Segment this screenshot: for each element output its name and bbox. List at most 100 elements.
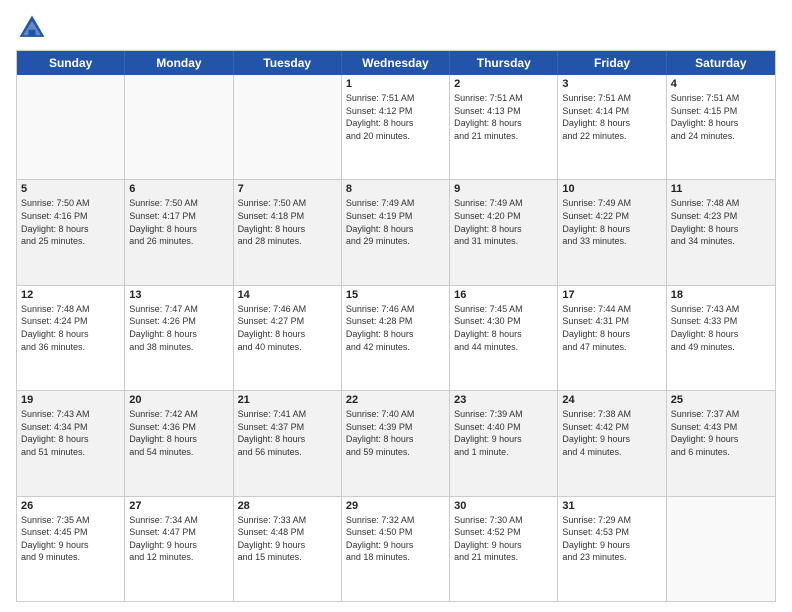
calendar-day-26: 26 Sunrise: 7:35 AM Sunset: 4:45 PM Dayli… (17, 497, 125, 601)
day-number: 27 (129, 500, 228, 512)
day-number: 6 (129, 183, 228, 195)
logo (16, 12, 52, 44)
calendar-body: 1 Sunrise: 7:51 AM Sunset: 4:12 PM Daylig… (17, 75, 775, 601)
calendar-day-6: 6 Sunrise: 7:50 AM Sunset: 4:17 PM Daylig… (125, 180, 233, 284)
day-info: Sunrise: 7:40 AM Sunset: 4:39 PM Dayligh… (346, 408, 445, 458)
calendar-day-15: 15 Sunrise: 7:46 AM Sunset: 4:28 PM Dayli… (342, 286, 450, 390)
day-number: 10 (562, 183, 661, 195)
day-info: Sunrise: 7:35 AM Sunset: 4:45 PM Dayligh… (21, 514, 120, 564)
calendar-day-empty (667, 497, 775, 601)
calendar-day-28: 28 Sunrise: 7:33 AM Sunset: 4:48 PM Dayli… (234, 497, 342, 601)
day-number: 22 (346, 394, 445, 406)
day-info: Sunrise: 7:39 AM Sunset: 4:40 PM Dayligh… (454, 408, 553, 458)
day-number: 23 (454, 394, 553, 406)
day-number: 20 (129, 394, 228, 406)
day-number: 8 (346, 183, 445, 195)
calendar-day-empty (17, 75, 125, 179)
calendar-day-18: 18 Sunrise: 7:43 AM Sunset: 4:33 PM Dayli… (667, 286, 775, 390)
day-number: 1 (346, 78, 445, 90)
day-info: Sunrise: 7:49 AM Sunset: 4:22 PM Dayligh… (562, 197, 661, 247)
day-number: 17 (562, 289, 661, 301)
calendar-day-3: 3Sunrise: 7:51 AM Sunset: 4:14 PM Daylig… (558, 75, 666, 179)
calendar-week-4: 19 Sunrise: 7:43 AM Sunset: 4:34 PM Dayli… (17, 390, 775, 495)
calendar-day-2: 2 Sunrise: 7:51 AM Sunset: 4:13 PM Daylig… (450, 75, 558, 179)
day-number: 18 (671, 289, 771, 301)
header-day-sunday: Sunday (17, 51, 125, 75)
day-info: Sunrise: 7:38 AM Sunset: 4:42 PM Dayligh… (562, 408, 661, 458)
day-info: Sunrise: 7:50 AM Sunset: 4:16 PM Dayligh… (21, 197, 120, 247)
page-header (16, 12, 776, 44)
day-info: Sunrise: 7:50 AM Sunset: 4:17 PM Dayligh… (129, 197, 228, 247)
day-number: 16 (454, 289, 553, 301)
day-info: Sunrise: 7:30 AM Sunset: 4:52 PM Dayligh… (454, 514, 553, 564)
calendar-day-empty (234, 75, 342, 179)
day-number: 7 (238, 183, 337, 195)
calendar-day-4: 4 Sunrise: 7:51 AM Sunset: 4:15 PM Daylig… (667, 75, 775, 179)
calendar-day-27: 27 Sunrise: 7:34 AM Sunset: 4:47 PM Dayli… (125, 497, 233, 601)
header-day-tuesday: Tuesday (234, 51, 342, 75)
day-info: Sunrise: 7:45 AM Sunset: 4:30 PM Dayligh… (454, 303, 553, 353)
day-info: Sunrise: 7:46 AM Sunset: 4:28 PM Dayligh… (346, 303, 445, 353)
calendar-day-12: 12 Sunrise: 7:48 AM Sunset: 4:24 PM Dayli… (17, 286, 125, 390)
day-info: Sunrise: 7:33 AM Sunset: 4:48 PM Dayligh… (238, 514, 337, 564)
calendar-day-24: 24Sunrise: 7:38 AM Sunset: 4:42 PM Dayli… (558, 391, 666, 495)
calendar-day-31: 31 Sunrise: 7:29 AM Sunset: 4:53 PM Dayli… (558, 497, 666, 601)
logo-icon (16, 12, 48, 44)
calendar-week-3: 12 Sunrise: 7:48 AM Sunset: 4:24 PM Dayli… (17, 285, 775, 390)
day-info: Sunrise: 7:42 AM Sunset: 4:36 PM Dayligh… (129, 408, 228, 458)
day-number: 11 (671, 183, 771, 195)
calendar-day-1: 1 Sunrise: 7:51 AM Sunset: 4:12 PM Daylig… (342, 75, 450, 179)
calendar-day-7: 7Sunrise: 7:50 AM Sunset: 4:18 PM Daylig… (234, 180, 342, 284)
day-info: Sunrise: 7:47 AM Sunset: 4:26 PM Dayligh… (129, 303, 228, 353)
day-number: 15 (346, 289, 445, 301)
day-number: 31 (562, 500, 661, 512)
calendar-day-20: 20 Sunrise: 7:42 AM Sunset: 4:36 PM Dayli… (125, 391, 233, 495)
calendar-week-2: 5Sunrise: 7:50 AM Sunset: 4:16 PM Daylig… (17, 179, 775, 284)
header-day-monday: Monday (125, 51, 233, 75)
day-number: 9 (454, 183, 553, 195)
day-number: 19 (21, 394, 120, 406)
calendar-day-29: 29Sunrise: 7:32 AM Sunset: 4:50 PM Dayli… (342, 497, 450, 601)
day-number: 28 (238, 500, 337, 512)
day-number: 13 (129, 289, 228, 301)
header-day-thursday: Thursday (450, 51, 558, 75)
calendar-day-16: 16 Sunrise: 7:45 AM Sunset: 4:30 PM Dayli… (450, 286, 558, 390)
calendar-day-11: 11 Sunrise: 7:48 AM Sunset: 4:23 PM Dayli… (667, 180, 775, 284)
day-info: Sunrise: 7:48 AM Sunset: 4:23 PM Dayligh… (671, 197, 771, 247)
day-number: 26 (21, 500, 120, 512)
calendar: SundayMondayTuesdayWednesdayThursdayFrid… (16, 50, 776, 602)
day-number: 30 (454, 500, 553, 512)
day-info: Sunrise: 7:44 AM Sunset: 4:31 PM Dayligh… (562, 303, 661, 353)
calendar-week-1: 1 Sunrise: 7:51 AM Sunset: 4:12 PM Daylig… (17, 75, 775, 179)
calendar-day-13: 13 Sunrise: 7:47 AM Sunset: 4:26 PM Dayli… (125, 286, 233, 390)
calendar-day-5: 5Sunrise: 7:50 AM Sunset: 4:16 PM Daylig… (17, 180, 125, 284)
calendar-day-9: 9Sunrise: 7:49 AM Sunset: 4:20 PM Daylig… (450, 180, 558, 284)
day-info: Sunrise: 7:48 AM Sunset: 4:24 PM Dayligh… (21, 303, 120, 353)
day-info: Sunrise: 7:51 AM Sunset: 4:12 PM Dayligh… (346, 92, 445, 142)
day-info: Sunrise: 7:51 AM Sunset: 4:13 PM Dayligh… (454, 92, 553, 142)
calendar-day-14: 14Sunrise: 7:46 AM Sunset: 4:27 PM Dayli… (234, 286, 342, 390)
day-number: 4 (671, 78, 771, 90)
calendar-day-17: 17 Sunrise: 7:44 AM Sunset: 4:31 PM Dayli… (558, 286, 666, 390)
day-number: 21 (238, 394, 337, 406)
day-info: Sunrise: 7:49 AM Sunset: 4:19 PM Dayligh… (346, 197, 445, 247)
day-info: Sunrise: 7:51 AM Sunset: 4:15 PM Dayligh… (671, 92, 771, 142)
day-number: 25 (671, 394, 771, 406)
day-info: Sunrise: 7:51 AM Sunset: 4:14 PM Dayligh… (562, 92, 661, 142)
day-info: Sunrise: 7:43 AM Sunset: 4:33 PM Dayligh… (671, 303, 771, 353)
calendar-day-23: 23 Sunrise: 7:39 AM Sunset: 4:40 PM Dayli… (450, 391, 558, 495)
day-number: 2 (454, 78, 553, 90)
calendar-day-10: 10 Sunrise: 7:49 AM Sunset: 4:22 PM Dayli… (558, 180, 666, 284)
calendar-day-8: 8 Sunrise: 7:49 AM Sunset: 4:19 PM Daylig… (342, 180, 450, 284)
day-info: Sunrise: 7:41 AM Sunset: 4:37 PM Dayligh… (238, 408, 337, 458)
calendar-week-5: 26 Sunrise: 7:35 AM Sunset: 4:45 PM Dayli… (17, 496, 775, 601)
day-info: Sunrise: 7:43 AM Sunset: 4:34 PM Dayligh… (21, 408, 120, 458)
day-info: Sunrise: 7:37 AM Sunset: 4:43 PM Dayligh… (671, 408, 771, 458)
day-info: Sunrise: 7:34 AM Sunset: 4:47 PM Dayligh… (129, 514, 228, 564)
day-info: Sunrise: 7:29 AM Sunset: 4:53 PM Dayligh… (562, 514, 661, 564)
day-number: 29 (346, 500, 445, 512)
day-number: 14 (238, 289, 337, 301)
day-number: 12 (21, 289, 120, 301)
calendar-day-25: 25 Sunrise: 7:37 AM Sunset: 4:43 PM Dayli… (667, 391, 775, 495)
header-day-saturday: Saturday (667, 51, 775, 75)
